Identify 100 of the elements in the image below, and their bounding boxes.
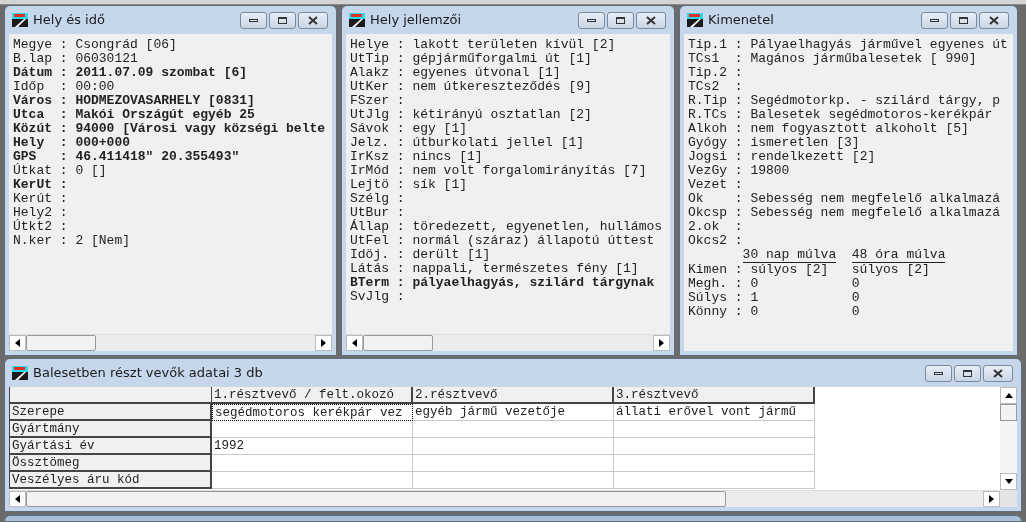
table-cell[interactable]: [413, 438, 614, 455]
window-title: Hely jellemzői: [370, 11, 463, 30]
field-line: VezGy : 19800: [688, 164, 791, 178]
right-arrow-icon: [659, 339, 664, 347]
field-line: BTerm : pályaelhagyás, szilárd tárgynak: [350, 276, 656, 290]
app-icon: [12, 13, 28, 27]
field-line: Időp : 00:00: [13, 80, 116, 94]
field-line: GPS : 46.411418" 20.355493": [13, 150, 241, 164]
field-line: N.ker : 2 [Nem]: [13, 234, 132, 248]
field-line: Gyógy : ismeretlen [3]: [688, 136, 861, 150]
column-heading: 30 nap múlva: [742, 248, 837, 263]
table-cell[interactable]: 1992: [212, 438, 413, 455]
close-button[interactable]: [636, 11, 666, 29]
size-grip[interactable]: [1000, 490, 1017, 507]
table-cell[interactable]: segédmotoros kerékpár vez: [212, 404, 413, 421]
maximize-button[interactable]: [950, 11, 977, 29]
window-title: Balesetben részt vevők adatai 3 db: [33, 364, 264, 383]
outcome-value: 1: [750, 291, 760, 305]
field-line: Tip.2 :: [688, 66, 744, 80]
field-line: Vezet :: [688, 178, 744, 192]
outcome-value: 0: [851, 277, 860, 291]
outcome-value: 0: [851, 305, 860, 319]
field-line: Megye : Csongrád [06]: [13, 38, 178, 52]
field-line: Hely : 000+000: [13, 136, 132, 150]
table-cell[interactable]: [614, 472, 815, 489]
horizontal-scrollbar[interactable]: [9, 334, 332, 351]
field-line: TCs1 : Magános járműbalesetek [ 990]: [688, 52, 978, 66]
row-label: Könny :: [688, 305, 744, 319]
field-line: UtJlg : kétirányú osztatlan [2]: [350, 108, 593, 122]
close-button[interactable]: [983, 364, 1013, 382]
row-label: Kimen :: [688, 263, 744, 277]
table-cell[interactable]: [413, 421, 614, 438]
row-header: Gyártási év: [9, 438, 212, 455]
field-line: IrMód : nem volt forgalomirányítás [7]: [350, 164, 648, 178]
field-line: Jelz. : útburkolati jellel [1]: [350, 136, 586, 150]
minimize-button[interactable]: [925, 364, 952, 382]
field-line: Város : HODMEZOVASARHELY [0831]: [13, 94, 256, 108]
row-label: Megh. :: [688, 277, 744, 291]
field-line: R.TCs : Balesetek segédmotoros-kerékpár: [688, 108, 994, 122]
field-line: Útkt2 :: [13, 220, 69, 234]
minimize-button[interactable]: [921, 11, 948, 29]
close-button[interactable]: [979, 11, 1009, 29]
field-line: Látás : nappali, természetes fény [1]: [350, 262, 640, 276]
table-cell[interactable]: [614, 421, 815, 438]
field-line: 2.ok :: [688, 220, 744, 234]
left-arrow-icon: [15, 339, 20, 347]
row-header: Szerepe: [9, 404, 212, 421]
minimize-button[interactable]: [240, 11, 267, 29]
row-header: Össztömeg: [9, 455, 212, 472]
right-arrow-icon: [989, 495, 994, 503]
table-cell[interactable]: [413, 472, 614, 489]
horizontal-scrollbar[interactable]: [346, 334, 670, 351]
row-label: Súlys :: [688, 291, 744, 305]
field-line: Alkoh : nem fogyasztott alkoholt [5]: [688, 122, 970, 136]
field-line: Okcs2 :: [688, 234, 743, 248]
outcome-value: 0: [750, 277, 760, 291]
field-line: Hely2 :: [13, 206, 69, 220]
outcome-value: súlyos [2]: [851, 263, 930, 277]
row-header: Gyártmány: [9, 421, 212, 438]
vertical-scrollbar[interactable]: [1000, 387, 1017, 490]
scroll-thumb[interactable]: [1000, 404, 1017, 421]
left-arrow-icon: [15, 495, 20, 503]
close-icon: [646, 15, 656, 25]
field-line: UtTip : gépjárműforgalmi út [1]: [350, 52, 593, 66]
field-line: Útkat : 0 []: [13, 164, 108, 178]
table-cell[interactable]: [212, 421, 413, 438]
right-arrow-icon: [321, 339, 326, 347]
field-line: Utca : Makói Országút egyéb 25: [13, 108, 256, 122]
table-cell[interactable]: [212, 472, 413, 489]
maximize-button[interactable]: [269, 11, 296, 29]
close-icon: [989, 15, 999, 25]
close-icon: [993, 368, 1003, 378]
horizontal-scrollbar[interactable]: [9, 490, 1000, 507]
app-icon: [687, 13, 703, 27]
table-cell[interactable]: [212, 455, 413, 472]
field-line: Alakz : egyenes útvonal [1]: [350, 66, 562, 80]
field-line: Helye : lakott területen kívül [2]: [350, 38, 617, 52]
app-icon: [349, 13, 365, 27]
field-line: Sávok : egy [1]: [350, 122, 469, 136]
up-arrow-icon: [1004, 393, 1013, 398]
column-header: 2.résztvevő: [413, 387, 614, 404]
maximize-button[interactable]: [607, 11, 634, 29]
minimize-button[interactable]: [578, 11, 605, 29]
field-line: B.lap : 06030121: [13, 52, 139, 66]
close-button[interactable]: [298, 11, 328, 29]
table-cell[interactable]: [614, 438, 815, 455]
maximize-button[interactable]: [954, 364, 981, 382]
column-header: 1.résztvevő / felt.okozó: [212, 387, 413, 404]
table-cell[interactable]: egyéb jármű vezetője: [413, 404, 614, 421]
field-line: Lejtö : sík [1]: [350, 178, 469, 192]
column-heading: 48 óra múlva: [851, 248, 946, 263]
table-cell[interactable]: állati erővel vont jármű: [614, 404, 815, 421]
table-cell[interactable]: [614, 455, 815, 472]
field-line: UtBur :: [350, 206, 406, 220]
field-line: Tip.1 : Pályaelhagyás járművel egyenes út: [688, 38, 1009, 52]
table-cell[interactable]: [413, 455, 614, 472]
field-line: KerUt :: [13, 178, 69, 192]
outcome-value: súlyos [2]: [750, 263, 830, 277]
field-line: Közút : 94000 [Városi vagy községi belte: [13, 122, 327, 136]
outcome-value: 0: [851, 291, 860, 305]
